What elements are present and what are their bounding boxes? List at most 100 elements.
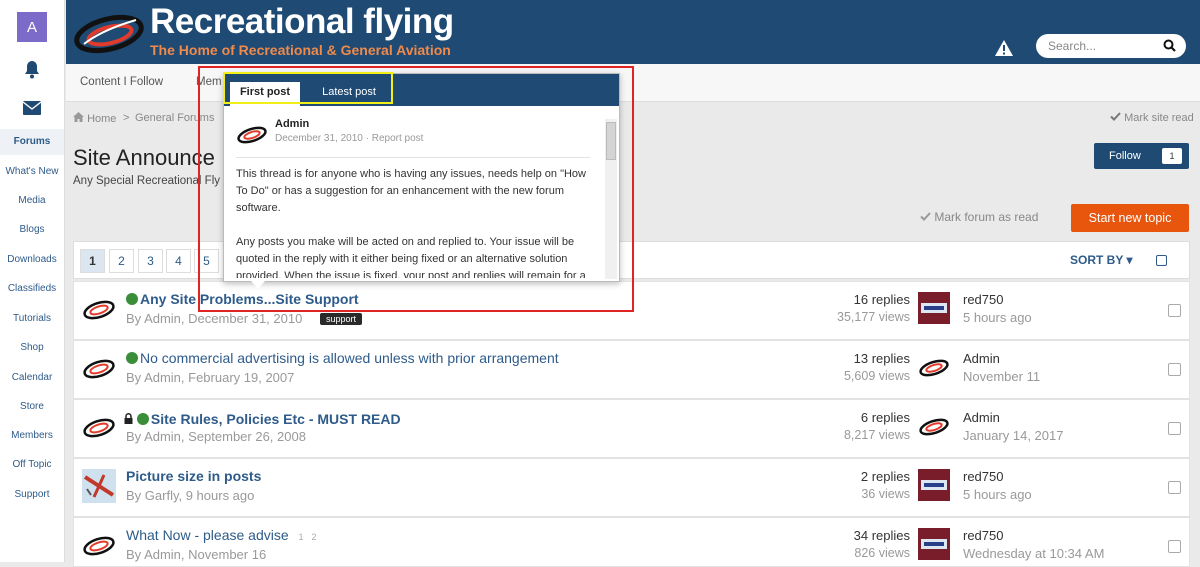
mark-site-read-link[interactable]: Mark site read	[1110, 112, 1194, 124]
topic-title-link[interactable]: No commercial advertising is allowed unl…	[126, 350, 559, 366]
garfly-avatar-plane-icon	[82, 469, 116, 503]
topic-view-count: 35,177 views	[837, 310, 910, 324]
last-poster-avatar[interactable]	[918, 351, 950, 383]
topic-view-count: 5,609 views	[843, 369, 910, 383]
topic-author-date: By Garfly, 9 hours ago	[126, 488, 255, 503]
admin-avatar-logo-icon	[83, 418, 115, 438]
topic-view-count: 826 views	[854, 546, 910, 560]
pagination-page-1[interactable]: 1	[80, 249, 105, 273]
topic-author-date: By Admin, December 31, 2010	[126, 311, 303, 326]
topic-select-checkbox[interactable]	[1168, 481, 1181, 494]
topic-reply-count: 6 replies	[860, 410, 910, 425]
topic-page-link-1[interactable]: 1	[299, 532, 304, 542]
search-placeholder: Search...	[1048, 39, 1097, 53]
last-poster-name[interactable]: red750	[963, 528, 1003, 543]
sidebar-item-support[interactable]: Support	[0, 489, 64, 500]
sidebar-item-members[interactable]: Members	[0, 430, 64, 441]
highlight-box-yellow	[223, 72, 393, 104]
pagination-page-4[interactable]: 4	[166, 249, 191, 273]
search-input[interactable]: Search...	[1036, 34, 1186, 58]
last-post-time[interactable]: Wednesday at 10:34 AM	[963, 546, 1104, 561]
topic-tag-support[interactable]: support	[320, 313, 363, 325]
topic-select-checkbox[interactable]	[1168, 540, 1181, 553]
last-poster-avatar[interactable]	[918, 528, 950, 560]
select-all-checkbox[interactable]	[1156, 255, 1167, 266]
pinned-icon	[126, 293, 138, 305]
last-poster-name[interactable]: Admin	[963, 410, 1000, 425]
topic-view-count: 8,217 views	[843, 428, 910, 442]
topic-title-link[interactable]: Picture size in posts	[126, 468, 261, 484]
last-poster-name[interactable]: red750	[963, 292, 1003, 307]
sidebar-item-off-topic[interactable]: Off Topic	[0, 459, 64, 470]
site-header: Recreational flying The Home of Recreati…	[66, 0, 1200, 64]
user-avatar[interactable]: A	[17, 12, 47, 42]
sidebar-item-media[interactable]: Media	[0, 195, 64, 206]
site-logo-icon[interactable]	[72, 10, 146, 56]
page-title: Site Announce	[73, 145, 215, 170]
admin-avatar-logo-icon	[83, 536, 115, 556]
lock-icon	[124, 413, 133, 424]
sidebar-item-blogs[interactable]: Blogs	[0, 224, 64, 235]
pagination-page-3[interactable]: 3	[138, 249, 163, 273]
topic-page-link-2[interactable]: 2	[311, 532, 316, 542]
topic-title-link[interactable]: Site Rules, Policies Etc - MUST READ	[124, 411, 401, 427]
topic-row[interactable]: Picture size in posts By Garfly, 9 hours…	[73, 458, 1190, 517]
mark-forum-read-link[interactable]: Mark forum as read	[920, 210, 1038, 224]
topic-row[interactable]: No commercial advertising is allowed unl…	[73, 340, 1190, 399]
topic-reply-count: 16 replies	[853, 292, 910, 307]
pagination-page-2[interactable]: 2	[109, 249, 134, 273]
start-new-topic-button[interactable]: Start new topic	[1071, 204, 1189, 232]
follow-button[interactable]: Follow 1	[1094, 143, 1189, 169]
topic-select-checkbox[interactable]	[1168, 422, 1181, 435]
site-subtitle: The Home of Recreational & General Aviat…	[150, 42, 451, 58]
topic-row[interactable]: What Now - please advise 1 2 By Admin, N…	[73, 517, 1190, 567]
topic-author-date: By Admin, February 19, 2007	[126, 370, 295, 385]
breadcrumb-home[interactable]: Home	[73, 112, 116, 125]
checkmark-icon	[1110, 112, 1121, 121]
topic-reply-count: 2 replies	[860, 469, 910, 484]
last-poster-name[interactable]: red750	[963, 469, 1003, 484]
last-poster-name[interactable]: Admin	[963, 351, 1000, 366]
sidebar-item-classifieds[interactable]: Classifieds	[0, 283, 64, 294]
topic-row[interactable]: Site Rules, Policies Etc - MUST READ By …	[73, 399, 1190, 458]
left-sidebar: A Forums What's New Media Blogs Download…	[0, 0, 65, 562]
sidebar-item-downloads[interactable]: Downloads	[0, 254, 64, 265]
breadcrumb-separator: >	[123, 112, 130, 124]
last-post-time[interactable]: 5 hours ago	[963, 487, 1032, 502]
topic-title-link[interactable]: What Now - please advise 1 2	[126, 527, 316, 543]
pinned-icon	[126, 352, 138, 364]
pinned-icon	[136, 413, 149, 425]
home-icon	[73, 112, 84, 122]
topic-author-date: By Admin, September 26, 2008	[126, 429, 306, 444]
checkmark-icon	[920, 212, 931, 221]
follow-count-badge: 1	[1162, 148, 1182, 164]
notifications-bell-icon[interactable]	[0, 60, 64, 80]
subnav-content-i-follow[interactable]: Content I Follow	[80, 76, 163, 88]
last-poster-avatar[interactable]	[918, 410, 950, 442]
sidebar-item-shop[interactable]: Shop	[0, 342, 64, 353]
sort-by-dropdown[interactable]: SORT BY ▾	[1070, 253, 1132, 267]
last-post-time[interactable]: November 11	[963, 369, 1040, 384]
admin-avatar-logo-icon	[83, 359, 115, 379]
admin-avatar-logo-icon	[83, 300, 115, 320]
topic-view-count: 36 views	[861, 487, 910, 501]
last-poster-avatar[interactable]	[918, 292, 950, 324]
topic-select-checkbox[interactable]	[1168, 363, 1181, 376]
site-title[interactable]: Recreational flying	[150, 2, 454, 42]
follow-label: Follow	[1109, 150, 1141, 162]
messages-envelope-icon[interactable]	[0, 100, 64, 116]
last-poster-avatar[interactable]	[918, 469, 950, 501]
last-post-time[interactable]: 5 hours ago	[963, 310, 1032, 325]
topic-select-checkbox[interactable]	[1168, 304, 1181, 317]
topic-reply-count: 34 replies	[853, 528, 910, 543]
last-post-time[interactable]: January 14, 2017	[963, 428, 1063, 443]
sidebar-item-whats-new[interactable]: What's New	[0, 166, 64, 177]
warning-icon[interactable]	[994, 39, 1014, 57]
sidebar-item-calendar[interactable]: Calendar	[0, 372, 64, 383]
topic-reply-count: 13 replies	[853, 351, 910, 366]
sidebar-item-tutorials[interactable]: Tutorials	[0, 313, 64, 324]
sidebar-item-forums[interactable]: Forums	[0, 129, 64, 155]
sidebar-item-store[interactable]: Store	[0, 401, 64, 412]
search-icon[interactable]	[1163, 39, 1176, 52]
topic-author-date: By Admin, November 16	[126, 547, 267, 562]
